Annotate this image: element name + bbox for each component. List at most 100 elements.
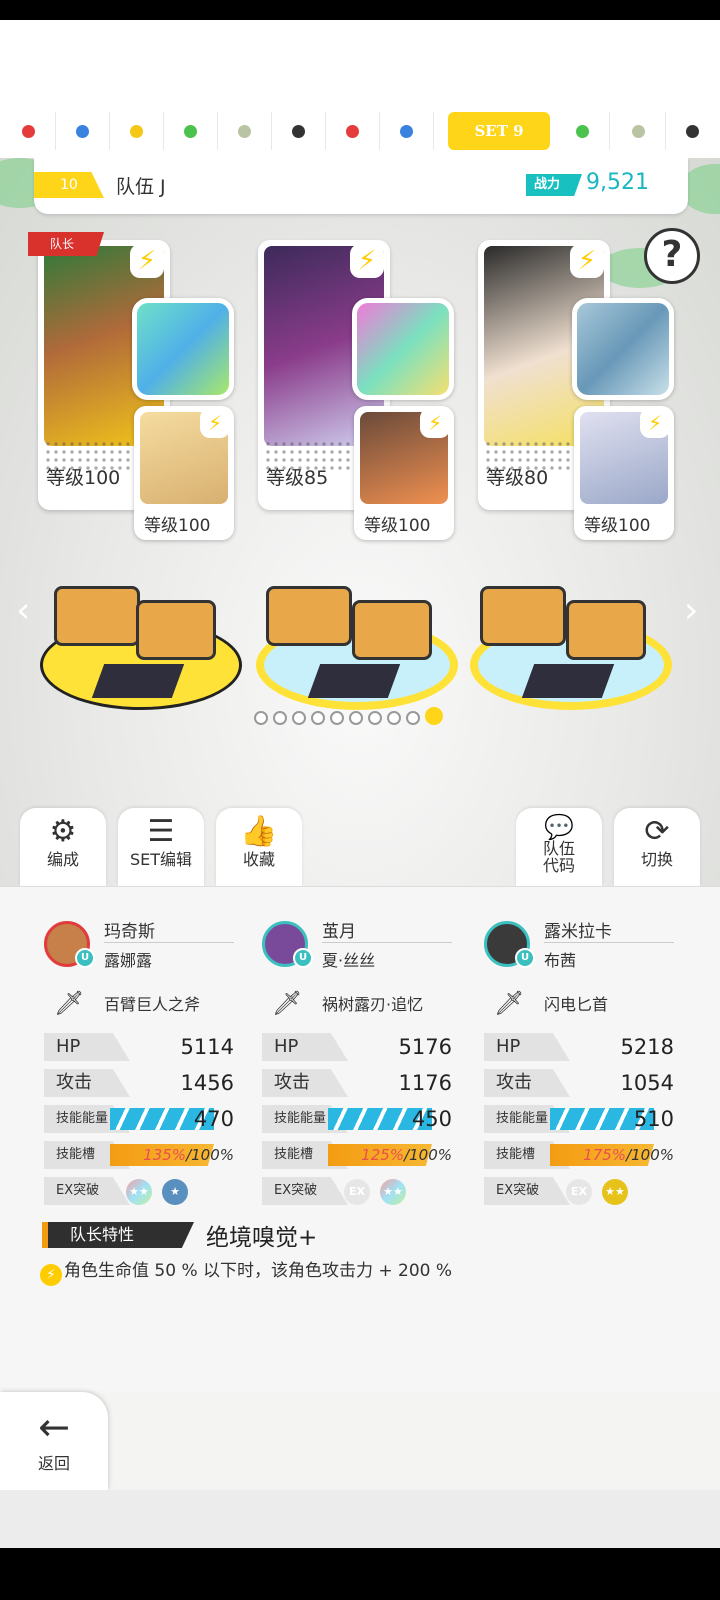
- ex-stat: EX突破 EX ★★: [484, 1177, 674, 1205]
- page-dot[interactable]: [254, 711, 268, 725]
- character-avatar[interactable]: U: [44, 921, 95, 968]
- energy-value: 510: [633, 1107, 674, 1131]
- pedestal-tile: [521, 664, 615, 698]
- support-card-3[interactable]: ⚡ 等级100: [574, 406, 674, 540]
- page-dot[interactable]: [406, 711, 420, 725]
- character-avatar[interactable]: U: [484, 921, 535, 968]
- green-dot-icon: [576, 125, 589, 138]
- grey-dot-icon: [632, 125, 645, 138]
- red-dot-icon: [346, 125, 359, 138]
- back-label: 返回: [37, 1454, 70, 1473]
- page-dot[interactable]: [349, 711, 363, 725]
- weapon-lightning-dagger-icon[interactable]: [572, 298, 674, 400]
- weapon-dagger-icon[interactable]: [352, 298, 454, 400]
- help-button[interactable]: ?: [644, 228, 700, 284]
- set-tab-9-active[interactable]: SET 9: [448, 112, 550, 150]
- formation-button[interactable]: ⚙ 编成: [20, 808, 106, 886]
- yellow-dot-icon: [130, 125, 143, 138]
- favorite-button[interactable]: 👍 收藏: [216, 808, 302, 886]
- lightning-icon: ⚡: [570, 244, 604, 278]
- set-tab-2[interactable]: [54, 112, 110, 150]
- set-tab-1[interactable]: [0, 112, 56, 150]
- prev-arrow-icon[interactable]: ‹: [16, 590, 30, 631]
- energy-value: 470: [193, 1107, 234, 1131]
- list-icon: ☰: [147, 814, 175, 849]
- weapon-axe-icon[interactable]: [132, 298, 234, 400]
- slot-max: /100%: [626, 1146, 674, 1164]
- pedestal-3[interactable]: [470, 560, 672, 710]
- set-tab-4[interactable]: [162, 112, 218, 150]
- set-tab-6[interactable]: [270, 112, 326, 150]
- name-divider: [544, 942, 674, 943]
- set-edit-label: SET编辑: [129, 850, 193, 869]
- support-badge-icon: U: [75, 948, 95, 968]
- blue-dot-icon: [400, 125, 413, 138]
- set-tab-label: SET 9: [474, 122, 524, 140]
- set-tab-7[interactable]: [324, 112, 380, 150]
- set-tab-8[interactable]: [378, 112, 434, 150]
- pedestal-tile: [307, 664, 401, 698]
- slot-value: 135%/100%: [143, 1141, 234, 1169]
- red-dot-icon: [22, 125, 35, 138]
- slot-stat: 技能槽 135%/100%: [44, 1141, 234, 1169]
- switch-button[interactable]: ⟳ 切换: [614, 808, 700, 886]
- switch-arrows-icon: ⟳: [644, 814, 670, 849]
- set-edit-button[interactable]: ☰ SET编辑: [118, 808, 204, 886]
- pedestal-block: [136, 600, 216, 660]
- lightning-icon: ⚡: [640, 408, 670, 438]
- team-code-button[interactable]: 💬 队伍 代码: [516, 808, 602, 886]
- atk-stat: 攻击 1176: [262, 1069, 452, 1097]
- support-level: 等级100: [364, 516, 431, 536]
- page-dot[interactable]: [387, 711, 401, 725]
- atk-stat: 攻击 1054: [484, 1069, 674, 1097]
- hp-stat: HP 5218: [484, 1033, 674, 1061]
- formation-label: 编成: [46, 850, 79, 869]
- slot-percent: 125%: [361, 1146, 405, 1164]
- atk-label: 攻击: [44, 1069, 130, 1097]
- pedestal-block: [54, 586, 140, 646]
- pedestal-2[interactable]: [256, 560, 458, 710]
- page-dot[interactable]: [330, 711, 344, 725]
- energy-value: 450: [411, 1107, 452, 1131]
- team-detail-panel: U 玛奇斯 露娜露 🗡 百臂巨人之斧 HP 5114 攻击 1456 技能能量 470…: [0, 886, 720, 1391]
- lightning-icon: ⚡: [350, 244, 384, 278]
- team-code-label: 队伍 代码: [542, 839, 575, 875]
- set-tab-5[interactable]: [216, 112, 272, 150]
- power-value: 9,521: [586, 170, 649, 195]
- set-tab-12[interactable]: [664, 112, 720, 150]
- character-name: 茧月: [322, 922, 356, 942]
- team-name[interactable]: 队伍 J: [116, 172, 166, 199]
- energy-stat: 技能能量 510: [484, 1105, 674, 1133]
- ex-blue-star-icon: ★: [162, 1179, 188, 1205]
- pedestal-block: [266, 586, 352, 646]
- set-tab-11[interactable]: [610, 112, 666, 150]
- support-card-1[interactable]: ⚡ 等级100: [134, 406, 234, 540]
- ex-stat: EX突破 EX ★★: [262, 1177, 452, 1205]
- character-level: 等级80: [486, 467, 549, 489]
- support-name: 露娜露: [104, 951, 153, 970]
- atk-label: 攻击: [484, 1069, 570, 1097]
- next-arrow-icon[interactable]: ›: [684, 590, 698, 631]
- ex-stat: EX突破 ★★ ★: [44, 1177, 234, 1205]
- support-name: 布茜: [544, 951, 577, 970]
- weapon-slot-icon: 🗡: [54, 989, 85, 1017]
- page-dot[interactable]: [368, 711, 382, 725]
- set-tab-3[interactable]: [108, 112, 164, 150]
- character-avatar[interactable]: U: [262, 921, 313, 968]
- page-dot[interactable]: [311, 711, 325, 725]
- support-card-2[interactable]: ⚡ 等级100: [354, 406, 454, 540]
- page-dot-active[interactable]: [425, 707, 443, 725]
- top-spacer: [0, 20, 720, 104]
- ex-rainbow-star-icon: ★★: [380, 1179, 406, 1205]
- back-button[interactable]: ← 返回: [0, 1392, 108, 1490]
- support-name: 夏·丝丝: [322, 951, 376, 970]
- ex-gold-star-icon: ★★: [602, 1179, 628, 1205]
- page-dot[interactable]: [292, 711, 306, 725]
- pedestal-1[interactable]: [40, 560, 242, 710]
- leader-skill-name: 绝境嗅觉+: [206, 1225, 318, 1251]
- atk-value: 1456: [180, 1071, 234, 1095]
- leader-skill-text: 角色生命值 50 % 以下时，该角色攻击力 + 200 %: [64, 1261, 453, 1281]
- page-dot[interactable]: [273, 711, 287, 725]
- set-tab-10[interactable]: [554, 112, 610, 150]
- slot-max: /100%: [404, 1146, 452, 1164]
